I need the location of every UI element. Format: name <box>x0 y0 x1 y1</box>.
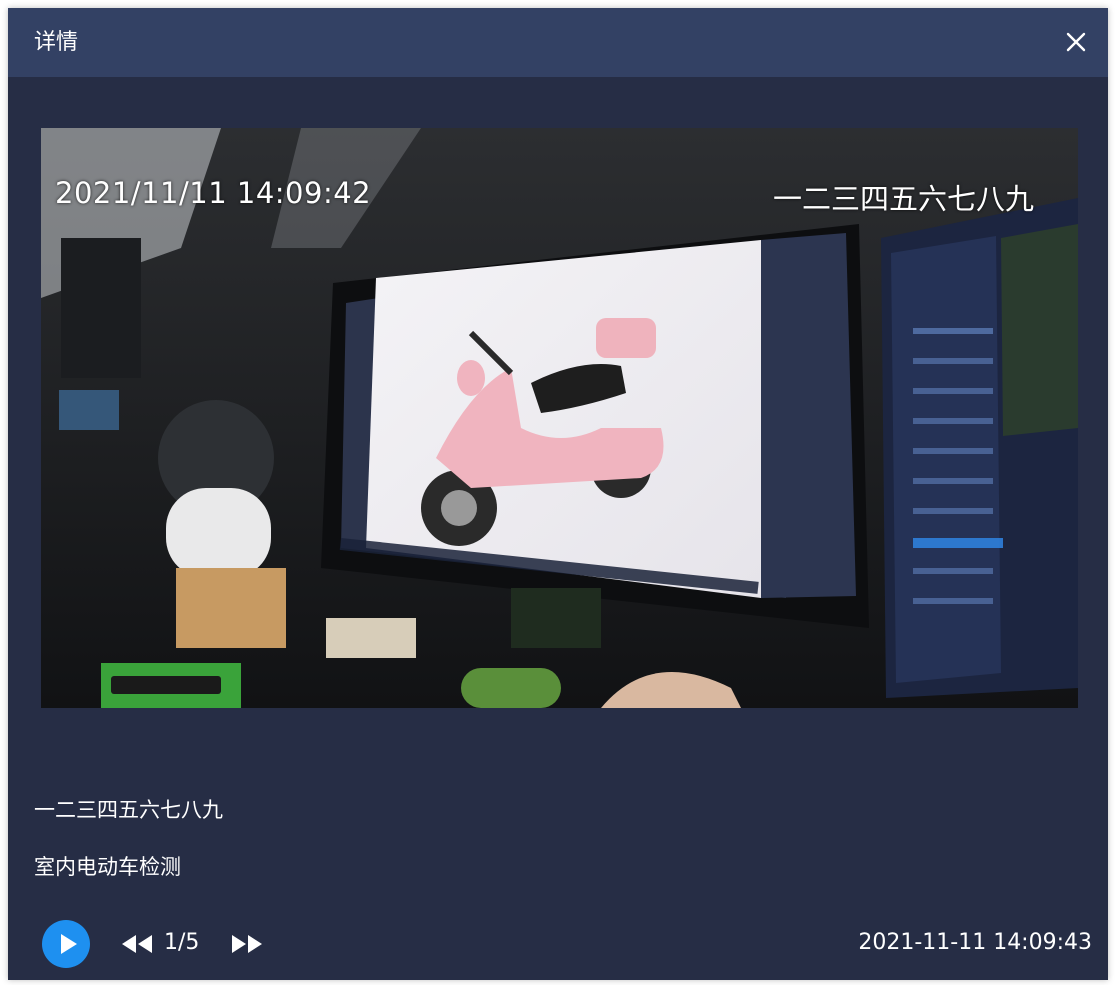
detail-dialog: 详情 2021/11/11 14:09:42 一二三四五六七八九 一二三四五六七… <box>8 8 1108 980</box>
play-button[interactable] <box>42 920 90 968</box>
close-icon <box>1066 32 1086 52</box>
previous-icon <box>122 935 152 953</box>
event-type: 室内电动车检测 <box>34 855 181 879</box>
snapshot-image[interactable]: 2021/11/11 14:09:42 一二三四五六七八九 <box>41 128 1078 708</box>
osd-channel-name: 一二三四五六七八九 <box>772 182 1034 216</box>
next-button[interactable] <box>230 933 264 955</box>
next-icon <box>232 935 262 953</box>
dialog-title: 详情 <box>34 30 79 55</box>
previous-button[interactable] <box>120 933 154 955</box>
capture-time: 2021-11-11 14:09:43 <box>858 930 1092 955</box>
dialog-titlebar: 详情 <box>8 8 1108 77</box>
device-name: 一二三四五六七八九 <box>34 798 223 822</box>
page-counter: 1/5 <box>164 930 200 955</box>
playback-controls: 1/5 2021-11-11 14:09:43 <box>8 920 1108 968</box>
osd-timestamp: 2021/11/11 14:09:42 <box>55 176 372 210</box>
play-icon <box>61 934 77 954</box>
close-button[interactable] <box>1060 26 1092 58</box>
